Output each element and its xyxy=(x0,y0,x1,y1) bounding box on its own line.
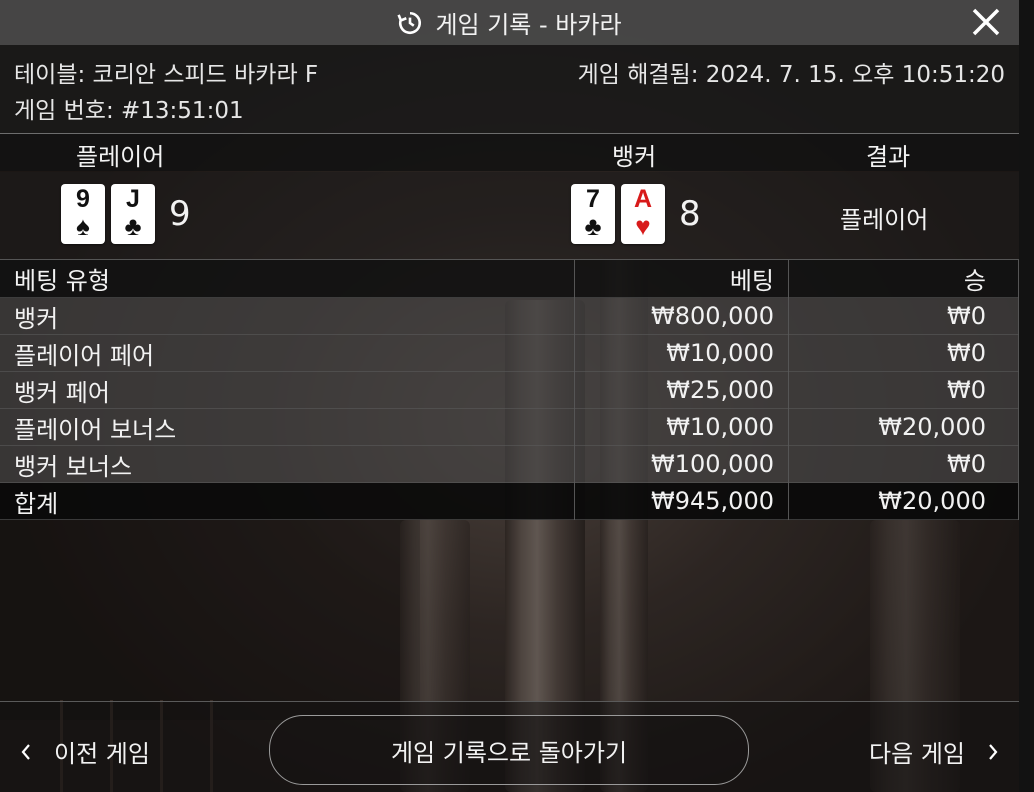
resolved-time: 게임 해결됨: 2024. 7. 15. 오후 10:51:20 xyxy=(577,62,1005,88)
total-bet: ₩945,000 xyxy=(574,482,789,520)
close-icon[interactable] xyxy=(969,5,1003,39)
chevron-right-icon xyxy=(989,743,998,760)
bet-type: 플레이어 페어 xyxy=(0,334,575,372)
spade-icon: ♠ xyxy=(76,211,90,241)
win-amount: ₩20,000 xyxy=(788,408,1019,446)
result-body: 9 ♠ J ♣ 9 7 ♣ A ♥ 8 플레이어 xyxy=(0,172,1019,259)
scrollbar-track[interactable] xyxy=(1019,0,1034,792)
card-rank: 9 xyxy=(76,185,90,213)
dialog-header: 게임 기록 - 바카라 xyxy=(0,0,1019,45)
previous-game-button[interactable]: 이전 게임 xyxy=(20,734,150,769)
banker-score: 8 xyxy=(679,194,701,234)
column-header-win: 승 xyxy=(788,259,1019,298)
bottom-nav: 이전 게임 게임 기록으로 돌아가기 다음 게임 xyxy=(0,702,1019,792)
banker-card: 7 ♣ xyxy=(571,184,615,244)
card-rank: 7 xyxy=(586,185,600,213)
chevron-left-icon xyxy=(21,743,30,760)
history-icon xyxy=(397,11,422,34)
back-to-history-label: 게임 기록으로 돌아가기 xyxy=(390,738,628,767)
previous-game-label: 이전 게임 xyxy=(54,740,150,768)
player-hand: 9 ♠ J ♣ 9 xyxy=(61,184,191,244)
banker-card: A ♥ xyxy=(621,184,665,244)
player-score: 9 xyxy=(169,194,191,234)
bet-amount: ₩10,000 xyxy=(574,334,789,372)
banker-hand: 7 ♣ A ♥ 8 xyxy=(571,184,701,244)
win-amount: ₩0 xyxy=(788,445,1019,483)
outcome-value: 플레이어 xyxy=(840,206,929,234)
win-amount: ₩0 xyxy=(788,371,1019,409)
club-icon: ♣ xyxy=(584,211,602,241)
card-rank: J xyxy=(126,185,140,213)
next-game-button[interactable]: 다음 게임 xyxy=(869,734,999,769)
win-amount: ₩0 xyxy=(788,297,1019,335)
table-row: 뱅커 ₩800,000 ₩0 xyxy=(0,297,1019,335)
win-amount: ₩0 xyxy=(788,334,1019,372)
player-card: 9 ♠ xyxy=(61,184,105,244)
table-row: 플레이어 페어 ₩10,000 ₩0 xyxy=(0,334,1019,372)
banker-label: 뱅커 xyxy=(612,143,657,171)
dialog-title: 게임 기록 - 바카라 xyxy=(0,0,1019,45)
table-row: 뱅커 페어 ₩25,000 ₩0 xyxy=(0,371,1019,409)
result-header: 플레이어 뱅커 결과 xyxy=(0,134,1019,171)
table-row: 플레이어 보너스 ₩10,000 ₩20,000 xyxy=(0,408,1019,446)
game-info: 테이블: 코리안 스피드 바카라 F 게임 번호: #13:51:01 게임 해… xyxy=(0,45,1019,133)
club-icon: ♣ xyxy=(124,211,142,241)
bet-amount: ₩800,000 xyxy=(574,297,789,335)
player-label: 플레이어 xyxy=(76,143,165,171)
bets-table: 베팅 유형 베팅 승 뱅커 ₩800,000 ₩0 플레이어 페어 ₩10,00… xyxy=(0,259,1019,520)
dialog-title-text: 게임 기록 - 바카라 xyxy=(435,11,622,39)
table-row: 뱅커 보너스 ₩100,000 ₩0 xyxy=(0,445,1019,483)
card-rank: A xyxy=(633,185,653,213)
game-number: 게임 번호: #13:51:01 xyxy=(14,98,244,124)
bet-type: 뱅커 xyxy=(0,297,575,335)
column-header-bet-type: 베팅 유형 xyxy=(0,259,575,298)
next-game-label: 다음 게임 xyxy=(869,740,965,768)
player-card: J ♣ xyxy=(111,184,155,244)
total-win: ₩20,000 xyxy=(788,482,1019,520)
back-to-history-button[interactable]: 게임 기록으로 돌아가기 xyxy=(269,715,749,785)
total-label: 합계 xyxy=(0,482,575,520)
total-row: 합계 ₩945,000 ₩20,000 xyxy=(0,482,1019,520)
bet-type: 플레이어 보너스 xyxy=(0,408,575,446)
table-name: 테이블: 코리안 스피드 바카라 F xyxy=(14,62,319,88)
bet-amount: ₩25,000 xyxy=(574,371,789,409)
outcome-label: 결과 xyxy=(866,143,911,171)
bet-amount: ₩100,000 xyxy=(574,445,789,483)
column-header-bet: 베팅 xyxy=(574,259,789,298)
bet-type: 뱅커 페어 xyxy=(0,371,575,409)
heart-icon: ♥ xyxy=(635,211,651,241)
bet-type: 뱅커 보너스 xyxy=(0,445,575,483)
bet-amount: ₩10,000 xyxy=(574,408,789,446)
bets-header-row: 베팅 유형 베팅 승 xyxy=(0,259,1019,298)
